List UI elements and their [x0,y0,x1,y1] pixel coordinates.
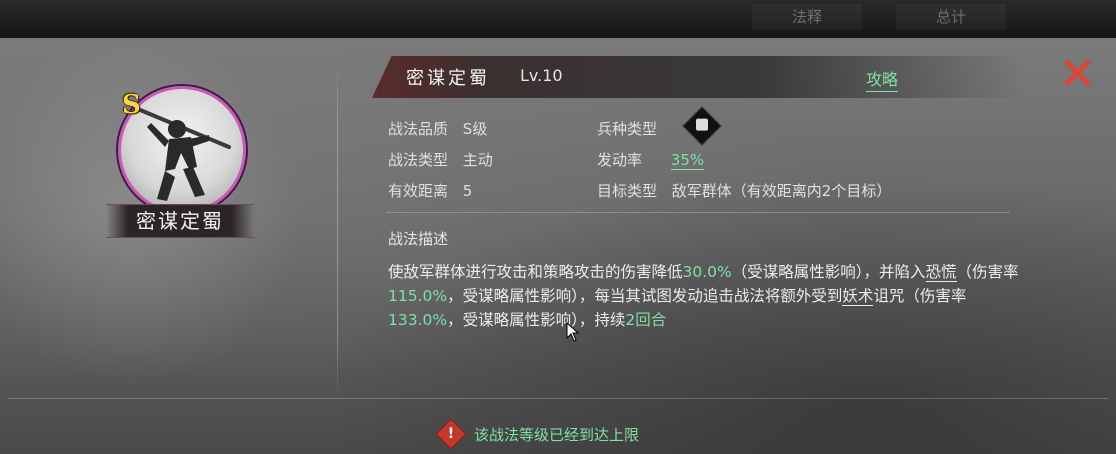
troop-type-icon[interactable] [682,106,722,146]
skill-detail-panel: S 密谋定蜀 密谋定蜀 Lv.10 攻略 战法品质 S级 战法类型 主动 有效距… [0,38,1116,454]
attr-target: 目标类型 敌军群体（有效距离内2个目标） [597,180,891,201]
attributes-divider [386,212,1010,213]
desc-text-6: ，受谋略属性影响），持续 [447,311,626,329]
skill-description: 使敌军群体进行攻击和策略攻击的伤害降低30.0%（受谋略属性影响），并陷入恐慌（… [388,260,1028,332]
rate-label: 发动率 [597,151,643,169]
target-label: 目标类型 [597,182,658,200]
type-value: 主动 [462,151,493,169]
vertical-divider [337,58,338,403]
top-tab-2[interactable]: 总计 [896,4,1006,30]
attr-type: 战法类型 主动 [388,149,493,170]
mouse-cursor-icon [566,322,580,342]
top-tab-1[interactable]: 法释 [752,4,862,30]
bottom-divider [8,398,1108,399]
attr-rate: 发动率 35% [597,149,705,170]
desc-text-5: 诅咒（伤害率 [873,287,967,305]
guide-link[interactable]: 攻略 [866,66,899,92]
skill-level: Lv.10 [520,66,563,85]
range-value: 5 [462,182,473,200]
general-name-plate: 密谋定蜀 [106,204,254,238]
quality-label: 战法品质 [388,120,449,138]
attr-troop: 兵种类型 [597,118,657,139]
desc-text-2: （受谋略属性影响），并陷入 [731,263,926,281]
troop-label: 兵种类型 [597,120,658,138]
desc-value-curse-rate: 133.0% [388,311,448,329]
term-panic[interactable]: 恐慌 [925,263,957,282]
top-strip: 法释 总计 [0,0,1116,38]
desc-value-duration: 2回合 [625,311,667,329]
type-label: 战法类型 [388,151,449,169]
quality-value: S级 [462,120,488,138]
range-label: 有效距离 [388,182,449,200]
close-icon[interactable] [1060,56,1094,90]
desc-text-3: （伤害率 [956,263,1019,281]
max-level-notice: ! 该战法等级已经到达上限 [435,418,640,450]
desc-text-4: ，受谋略属性影响），每当其试图发动追击战法将额外受到 [447,287,843,305]
skill-name: 密谋定蜀 [406,68,490,89]
description-title: 战法描述 [388,230,449,248]
desc-value-damage-reduction: 30.0% [682,263,732,281]
desc-value-panic-rate: 115.0% [388,287,448,305]
rate-value: 35% [670,151,705,170]
desc-text-1: 使敌军群体进行攻击和策略攻击的伤害降低 [388,263,683,281]
warning-icon: ! [435,418,467,450]
warning-text: 该战法等级已经到达上限 [474,425,640,444]
grade-badge: S [122,90,141,120]
target-value: 敌军群体（有效距离内2个目标） [671,182,892,200]
term-sorcery[interactable]: 妖术 [842,287,874,306]
attr-range: 有效距离 5 [388,180,472,201]
attr-quality: 战法品质 S级 [388,118,487,139]
